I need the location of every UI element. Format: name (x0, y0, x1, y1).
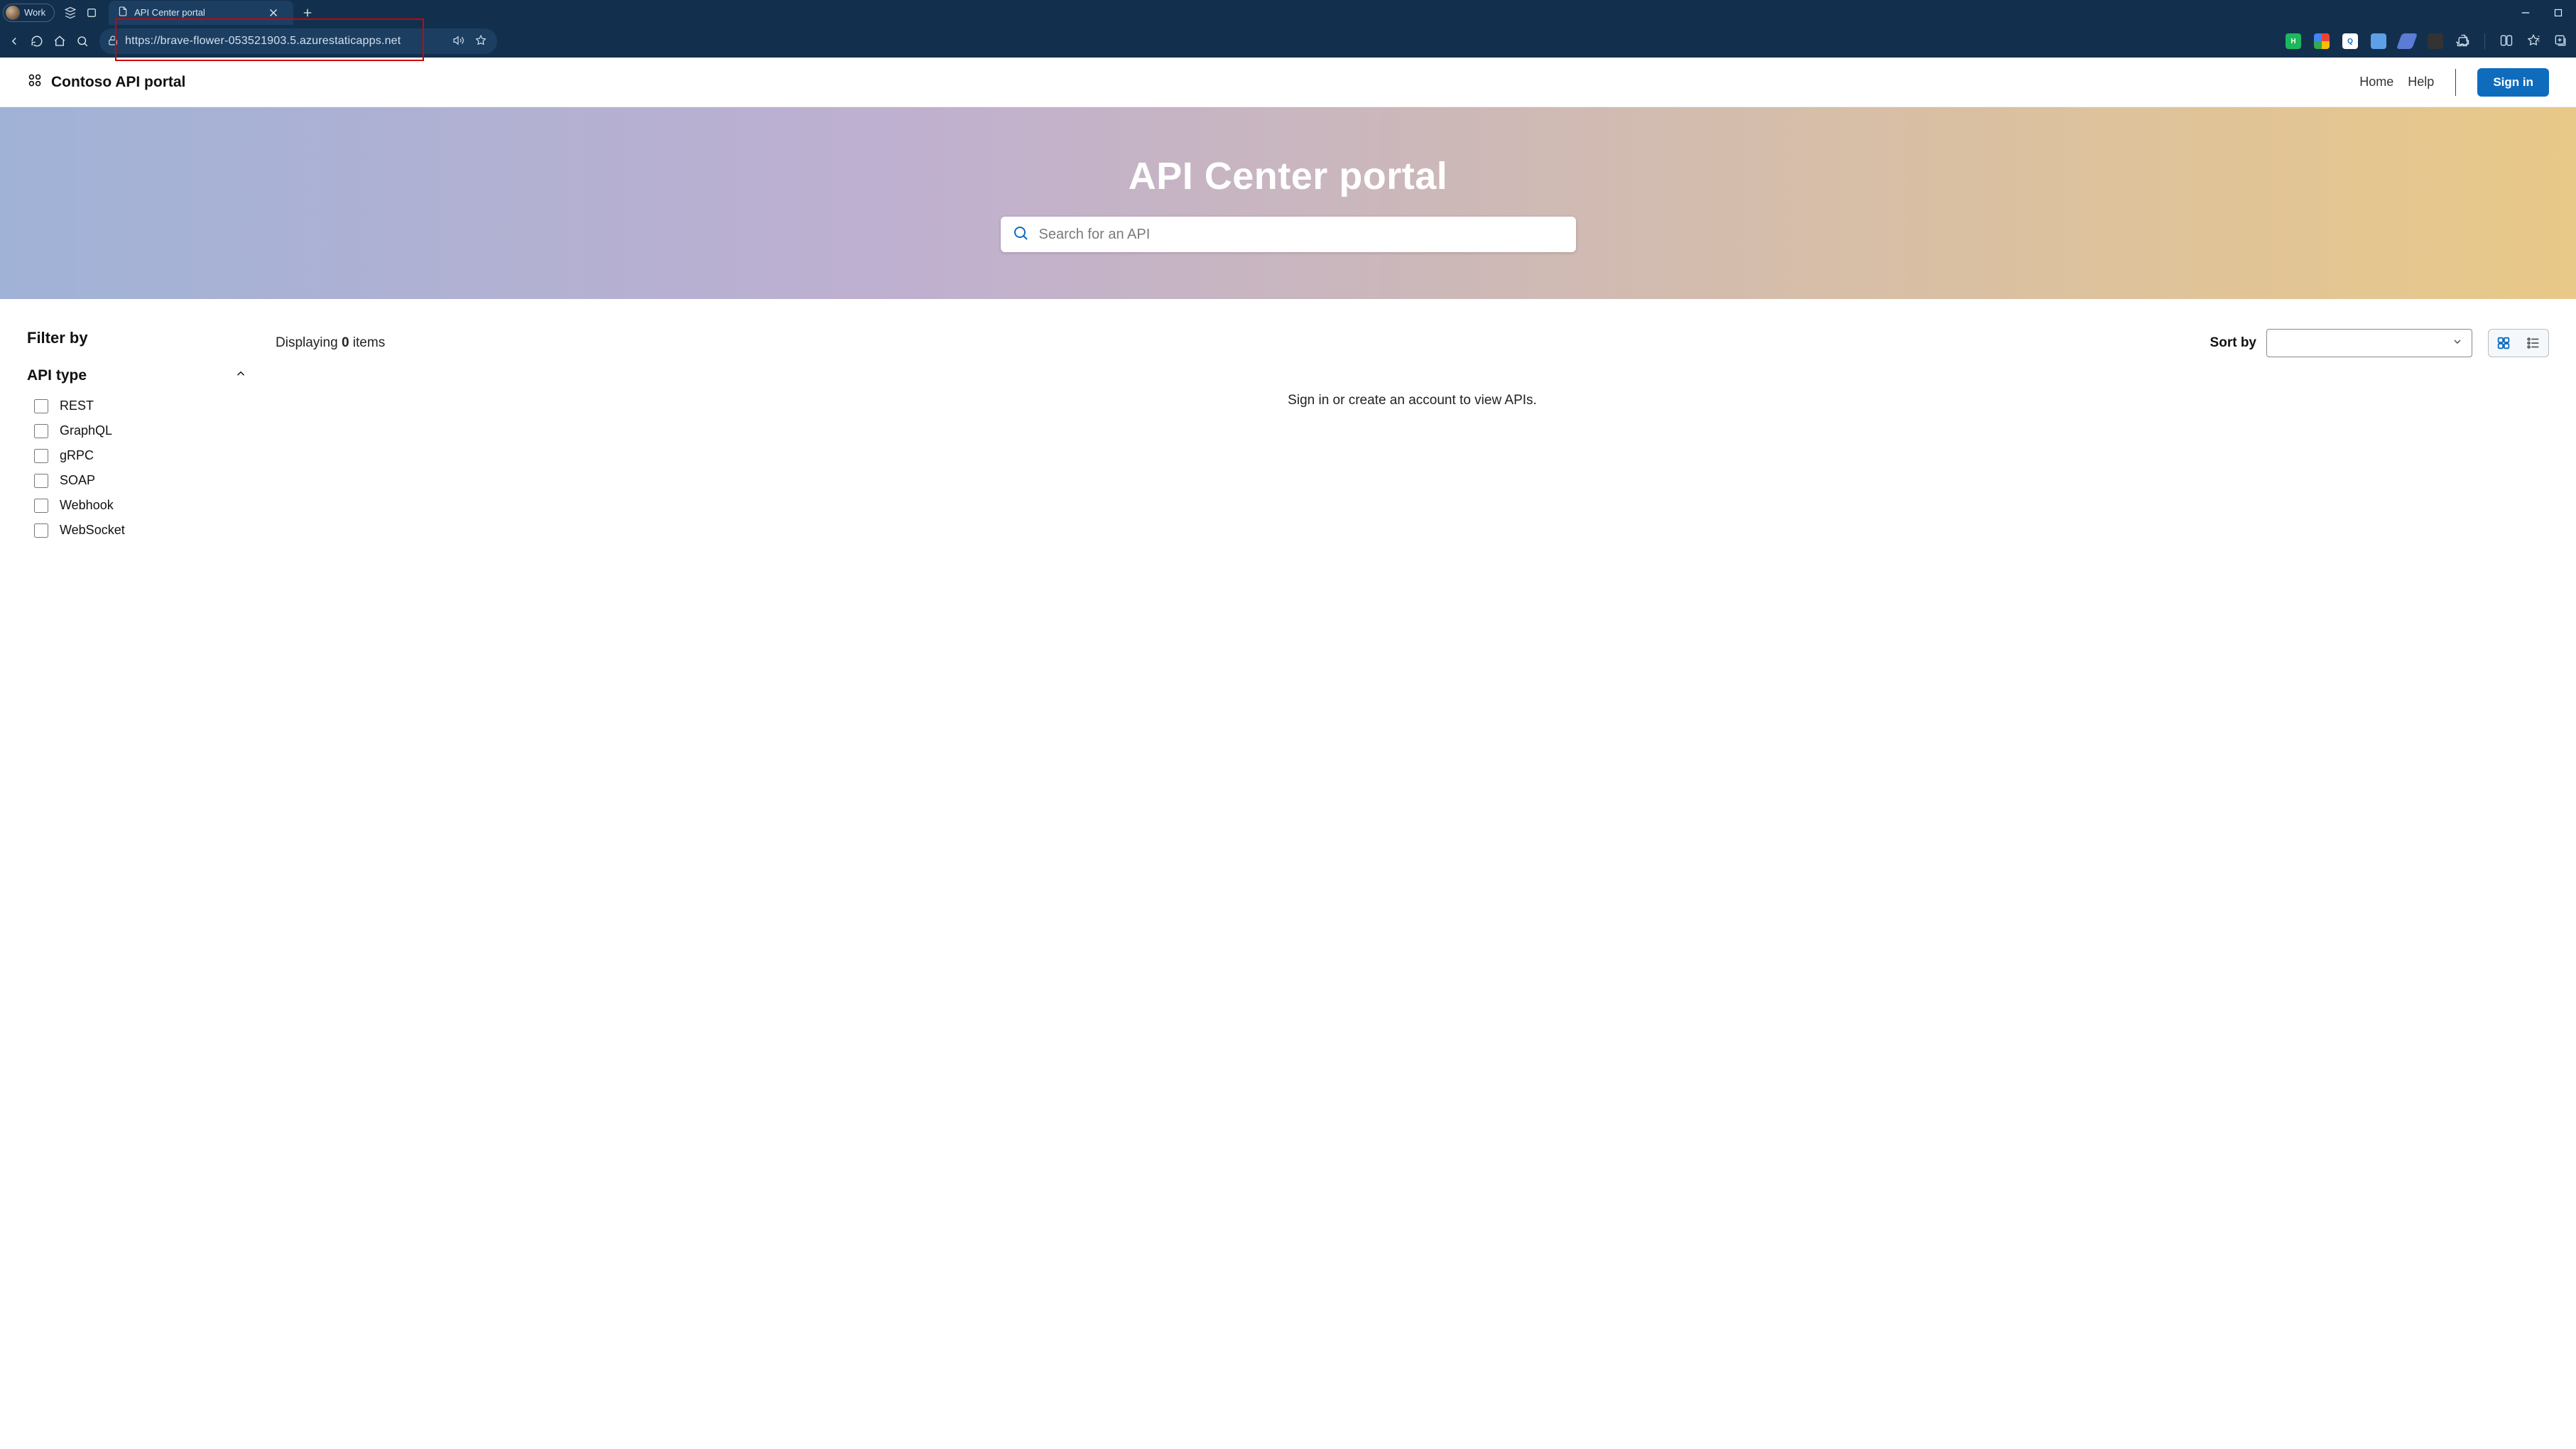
sort-by-label: Sort by (2210, 335, 2256, 351)
results-count: Displaying 0 items (276, 335, 385, 351)
tab-actions-icon[interactable] (82, 3, 102, 23)
filter-list: REST GraphQL gRPC SOAP Webhook WebSocket (27, 398, 268, 538)
extension-icon[interactable] (2314, 33, 2330, 49)
filter-item-label: SOAP (60, 473, 95, 488)
filter-item-label: gRPC (60, 448, 94, 463)
filter-item-label: GraphQL (60, 423, 112, 438)
filter-checkbox[interactable] (34, 474, 48, 488)
home-button[interactable] (50, 31, 70, 51)
workspaces-icon[interactable] (60, 3, 80, 23)
filter-by-heading: Filter by (27, 329, 268, 347)
chevron-up-icon (234, 367, 247, 384)
list-view-button[interactable] (2518, 330, 2548, 357)
browser-tab-title: API Center portal (134, 7, 205, 18)
profile-label: Work (24, 7, 45, 18)
chevron-down-icon (2452, 336, 2463, 351)
refresh-button[interactable] (27, 31, 47, 51)
displaying-prefix: Displaying (276, 335, 342, 350)
filter-item-label: REST (60, 398, 94, 413)
new-tab-button[interactable] (298, 3, 317, 23)
extension-icon[interactable]: H (2286, 33, 2301, 49)
search-input[interactable] (1039, 227, 1565, 243)
browser-chrome: Work API Center portal (0, 0, 2576, 58)
brand[interactable]: Contoso API portal (27, 72, 185, 92)
favorite-icon[interactable] (474, 34, 487, 49)
filter-checkbox[interactable] (34, 499, 48, 513)
back-button[interactable] (4, 31, 24, 51)
filter-item[interactable]: REST (34, 398, 268, 413)
filter-group-title: API type (27, 367, 87, 384)
filter-checkbox[interactable] (34, 424, 48, 438)
browser-tab-active[interactable]: API Center portal (109, 1, 293, 25)
search-icon (1012, 224, 1029, 245)
brand-icon (27, 72, 43, 92)
browser-extensions: H Q (2286, 33, 2572, 50)
view-toggle (2488, 329, 2549, 357)
filter-item[interactable]: SOAP (34, 473, 268, 488)
top-nav: Home Help Sign in (2359, 68, 2549, 97)
sort-by-select[interactable] (2266, 329, 2472, 357)
hero-title: API Center portal (1129, 154, 1448, 198)
close-tab-icon[interactable] (263, 3, 283, 23)
read-aloud-icon[interactable] (452, 34, 464, 49)
lock-icon (107, 34, 119, 49)
filter-checkbox[interactable] (34, 523, 48, 538)
results-toolbar: Displaying 0 items Sort by (276, 329, 2549, 357)
nav-help[interactable]: Help (2408, 75, 2434, 89)
extension-icon[interactable] (2396, 33, 2418, 49)
tab-strip: Work API Center portal (0, 0, 2576, 25)
nav-home[interactable]: Home (2359, 75, 2393, 89)
filter-checkbox[interactable] (34, 399, 48, 413)
divider (2455, 69, 2456, 96)
divider (2484, 33, 2485, 49)
extension-icon[interactable]: Q (2342, 33, 2358, 49)
filter-group-api-type[interactable]: API type (27, 367, 268, 384)
filter-sidebar: Filter by API type REST GraphQL gRPC SOAP We… (27, 329, 268, 538)
empty-state-message: Sign in or create an account to view API… (276, 393, 2549, 408)
avatar (6, 6, 20, 20)
hero: API Center portal (0, 107, 2576, 299)
brand-name: Contoso API portal (51, 74, 185, 91)
extensions-menu-icon[interactable] (2456, 33, 2470, 50)
collections-icon[interactable] (2553, 33, 2567, 50)
filter-item-label: WebSocket (60, 523, 125, 538)
extension-icon[interactable] (2371, 33, 2386, 49)
page-icon (117, 6, 129, 19)
profile-switcher[interactable]: Work (3, 4, 55, 22)
page-header: Contoso API portal Home Help Sign in (0, 58, 2576, 107)
filter-item-label: Webhook (60, 498, 114, 513)
address-text: https://brave-flower-053521903.5.azurest… (125, 35, 401, 48)
browser-nav-row: https://brave-flower-053521903.5.azurest… (0, 25, 2576, 58)
displaying-suffix: items (349, 335, 386, 350)
grid-view-button[interactable] (2489, 330, 2518, 357)
sign-in-button[interactable]: Sign in (2477, 68, 2549, 97)
favorites-list-icon[interactable] (2526, 33, 2540, 50)
window-maximize-icon[interactable] (2546, 3, 2570, 23)
filter-item[interactable]: GraphQL (34, 423, 268, 438)
api-search[interactable] (1001, 217, 1576, 252)
extension-icon[interactable] (2428, 33, 2443, 49)
filter-item[interactable]: WebSocket (34, 523, 268, 538)
search-button[interactable] (72, 31, 92, 51)
filter-checkbox[interactable] (34, 449, 48, 463)
split-screen-icon[interactable] (2499, 33, 2513, 50)
results-area: Displaying 0 items Sort by (276, 329, 2549, 538)
window-minimize-icon[interactable] (2513, 3, 2538, 23)
address-bar[interactable]: https://brave-flower-053521903.5.azurest… (99, 28, 497, 54)
displaying-count: 0 (342, 335, 349, 350)
page-content: Contoso API portal Home Help Sign in API… (0, 58, 2576, 555)
filter-item[interactable]: gRPC (34, 448, 268, 463)
filter-item[interactable]: Webhook (34, 498, 268, 513)
